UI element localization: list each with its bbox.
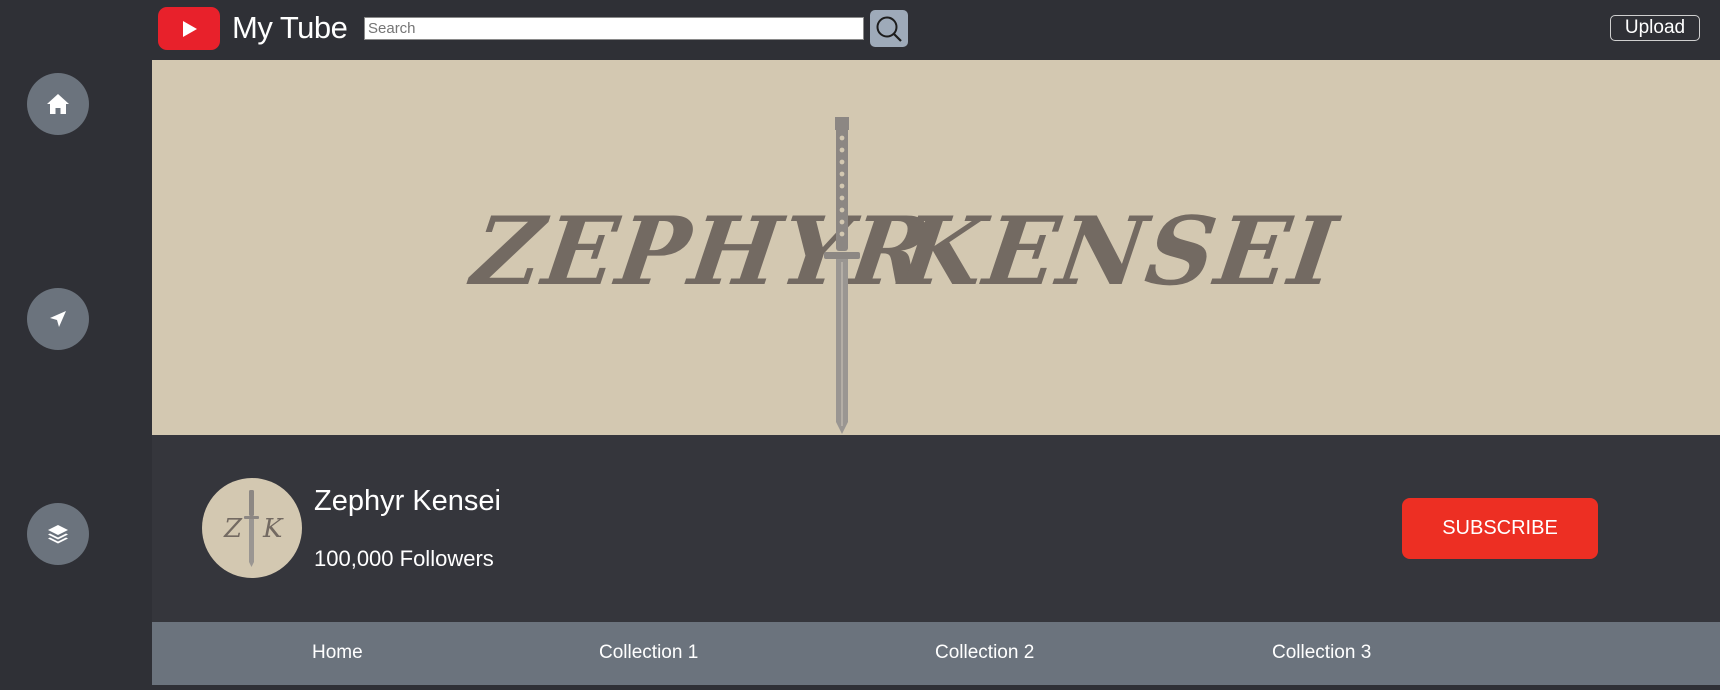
banner-word-right: KENSEI [894, 197, 1345, 307]
rail-explore-button[interactable] [27, 288, 89, 350]
search-input[interactable] [364, 17, 864, 40]
logo[interactable] [158, 7, 220, 50]
channel-avatar[interactable]: Z K [202, 478, 302, 578]
layers-icon [48, 525, 68, 544]
page: My Tube Upload ZEPHYR KENSEI [0, 0, 1720, 690]
search-button[interactable] [870, 10, 908, 47]
tab-home[interactable]: Home [312, 642, 363, 664]
channel-tabs: Home Collection 1 Collection 2 Collectio… [152, 622, 1720, 685]
avatar-letter-left: Z [223, 514, 243, 544]
upload-button[interactable]: Upload [1610, 15, 1700, 41]
play-icon [183, 20, 197, 37]
brand-name[interactable]: My Tube [232, 10, 348, 46]
subscribe-button[interactable]: SUBSCRIBE [1402, 498, 1598, 559]
banner-word-left: ZEPHYR [466, 197, 939, 307]
channel-header: Z K Zephyr Kensei 100,000 Followers SUBS… [152, 435, 1720, 622]
rail-home-button[interactable] [27, 73, 89, 135]
tab-collection-2[interactable]: Collection 2 [935, 642, 1034, 664]
follower-count: 100,000 Followers [314, 546, 494, 571]
tab-collection-1[interactable]: Collection 1 [599, 642, 698, 664]
avatar-letter-right: K [262, 514, 284, 544]
channel-name: Zephyr Kensei [314, 485, 501, 517]
top-bar: My Tube Upload [152, 0, 1720, 60]
bottom-divider [152, 685, 1720, 690]
rail-library-button[interactable] [27, 503, 89, 565]
avatar-emblem: Z K [223, 490, 284, 567]
channel-banner: ZEPHYR KENSEI [152, 60, 1720, 435]
navigation-arrow-icon [50, 311, 66, 327]
left-rail [0, 0, 152, 690]
tab-collection-3[interactable]: Collection 3 [1272, 642, 1371, 664]
sword-icon [824, 117, 860, 434]
search-icon [876, 16, 902, 42]
home-icon [47, 94, 69, 114]
